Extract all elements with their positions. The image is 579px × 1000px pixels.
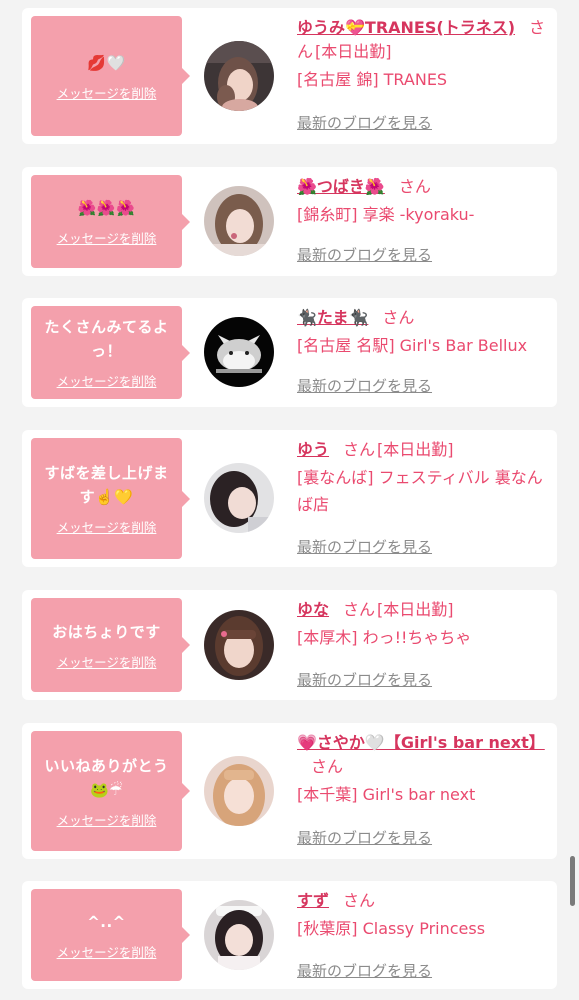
cast-info: ゆうみ💝TRANES(トラネス) さん [本日出勤] [名古屋 錦] TRANES (297, 16, 547, 93)
cast-info: すず さん [秋葉原] Classy Princess (297, 889, 547, 942)
message-bubble: 🌺🌺🌺 メッセージを削除 (31, 175, 190, 268)
honorific: さん (343, 891, 376, 910)
cast-info: 🌺つばき🌺 さん [錦糸町] 享楽 -kyoraku- (297, 175, 547, 228)
message-text: すばを差し上げます☝️💛 (44, 464, 169, 506)
cast-name-link[interactable]: 🐈‍⬛たま🐈‍⬛ (297, 308, 368, 327)
delete-message-link[interactable]: メッセージを削除 (57, 652, 157, 671)
avatar[interactable] (204, 463, 274, 533)
latest-blog-link[interactable]: 最新のブログを見る (297, 375, 432, 396)
message-bubble: 💋🤍 メッセージを削除 (31, 16, 190, 136)
delete-message-link[interactable]: メッセージを削除 (57, 371, 157, 390)
latest-blog-link[interactable]: 最新のブログを見る (297, 112, 432, 133)
avatar-photo (204, 900, 274, 970)
latest-blog-link[interactable]: 最新のブログを見る (297, 960, 432, 981)
cast-name-link[interactable]: ゆう (297, 440, 329, 459)
message-card: 🌺🌺🌺 メッセージを削除 🌺つばき🌺 さん [錦糸町] 享楽 -kyoraku- … (22, 167, 557, 276)
scrollbar[interactable] (570, 856, 575, 906)
shop-name: [本千葉] Girl's bar next (297, 785, 476, 804)
cast-name-link[interactable]: 🌺つばき🌺 (297, 177, 385, 196)
avatar[interactable] (204, 900, 274, 970)
message-bubble: おはちょりです メッセージを削除 (31, 598, 190, 692)
cast-info: ゆう さん [本日出勤] [裏なんば] フェスティバル 裏なんば店 (297, 438, 547, 518)
message-text: いいねありがとう🐸☔ (44, 756, 169, 799)
avatar-photo (204, 41, 274, 111)
latest-blog-link[interactable]: 最新のブログを見る (297, 669, 432, 690)
honorific: さん (343, 440, 376, 459)
message-card: ^..^ メッセージを削除 すず さん [秋葉原] Classy Princess… (22, 881, 557, 989)
message-text: 💋🤍 (87, 53, 126, 72)
message-bubble: すばを差し上げます☝️💛 メッセージを削除 (31, 438, 190, 559)
cast-name-link[interactable]: ゆな (297, 600, 329, 619)
avatar-photo (204, 186, 274, 256)
message-card: すばを差し上げます☝️💛 メッセージを削除 ゆう さん [本日出勤] [裏なんば] … (22, 430, 557, 567)
shop-name: [本厚木] わっ!!ちゃちゃ (297, 628, 472, 647)
message-card: 💋🤍 メッセージを削除 ゆうみ💝TRANES(トラネス) さん [本日出勤] [名古… (22, 8, 557, 144)
avatar-photo (204, 317, 274, 387)
cast-info: ゆな さん [本日出勤] [本厚木] わっ!!ちゃちゃ (297, 598, 547, 651)
avatar[interactable] (204, 186, 274, 256)
shop-name: [錦糸町] 享楽 -kyoraku- (297, 205, 475, 224)
honorific: さん (343, 600, 376, 619)
latest-blog-link[interactable]: 最新のブログを見る (297, 536, 432, 557)
latest-blog-link[interactable]: 最新のブログを見る (297, 827, 432, 848)
avatar[interactable] (204, 610, 274, 680)
cast-info: 🐈‍⬛たま🐈‍⬛ さん [名古屋 名駅] Girl's Bar Bellux (297, 306, 547, 359)
latest-blog-link[interactable]: 最新のブログを見る (297, 244, 432, 265)
avatar[interactable] (204, 41, 274, 111)
shop-name: [名古屋 名駅] Girl's Bar Bellux (297, 336, 528, 355)
message-bubble: ^..^ メッセージを削除 (31, 889, 190, 981)
honorific: さん (382, 308, 415, 327)
attendance-status: [本日出勤] (377, 440, 454, 459)
delete-message-link[interactable]: メッセージを削除 (57, 228, 157, 247)
cast-name-link[interactable]: 💗さやか🤍【Girl's bar next】 (297, 733, 545, 752)
message-card: おはちょりです メッセージを削除 ゆな さん [本日出勤] [本厚木] わっ!!ちゃ… (22, 590, 557, 700)
shop-name: [名古屋 錦] TRANES (297, 70, 448, 89)
message-feed: 💋🤍 メッセージを削除 ゆうみ💝TRANES(トラネス) さん [本日出勤] [名古… (0, 0, 579, 1000)
message-bubble: たくさんみてるよっ！ メッセージを削除 (31, 306, 190, 399)
message-text: 🌺🌺🌺 (77, 199, 136, 217)
shop-name: [裏なんば] フェスティバル 裏なんば店 (297, 468, 543, 514)
message-card: いいねありがとう🐸☔ メッセージを削除 💗さやか🤍【Girl's bar nex… (22, 723, 557, 859)
attendance-status: [本日出勤] (315, 42, 392, 61)
avatar-photo (204, 610, 274, 680)
delete-message-link[interactable]: メッセージを削除 (57, 517, 157, 536)
honorific: さん (398, 177, 431, 196)
delete-message-link[interactable]: メッセージを削除 (57, 942, 157, 961)
delete-message-link[interactable]: メッセージを削除 (57, 83, 157, 102)
delete-message-link[interactable]: メッセージを削除 (57, 810, 157, 829)
message-text: おはちょりです (52, 622, 161, 641)
avatar[interactable] (204, 756, 274, 826)
cast-name-link[interactable]: すず (297, 891, 329, 910)
message-text: ^..^ (87, 912, 126, 931)
cast-name-link[interactable]: ゆうみ💝TRANES(トラネス) (297, 18, 515, 37)
message-card: たくさんみてるよっ！ メッセージを削除 🐈‍⬛たま🐈‍⬛ さん [名古屋 名駅] … (22, 298, 557, 407)
avatar[interactable] (204, 317, 274, 387)
cast-info: 💗さやか🤍【Girl's bar next】さん [本千葉] Girl's ba… (297, 731, 547, 808)
avatar-photo (204, 756, 274, 826)
honorific: さん (311, 757, 344, 776)
attendance-status: [本日出勤] (377, 600, 454, 619)
message-bubble: いいねありがとう🐸☔ メッセージを削除 (31, 731, 190, 851)
avatar-photo (204, 463, 274, 533)
shop-name: [秋葉原] Classy Princess (297, 919, 486, 938)
message-text: たくさんみてるよっ！ (44, 318, 169, 360)
